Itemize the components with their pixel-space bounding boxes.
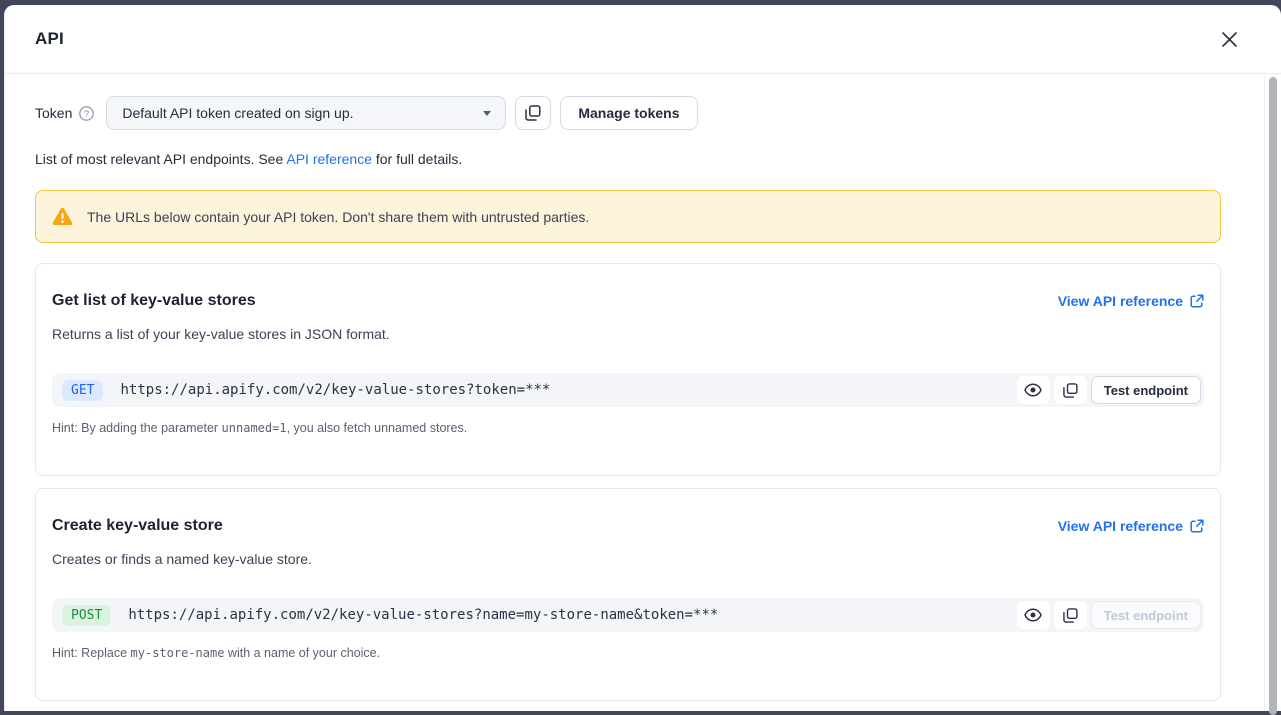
endpoint-row: POST https://api.apify.com/v2/key-value-…: [52, 598, 1204, 632]
scrollbar-thumb[interactable]: [1269, 77, 1277, 715]
svg-text:?: ?: [84, 108, 89, 119]
test-endpoint-button[interactable]: Test endpoint: [1091, 601, 1201, 629]
modal-header: API: [5, 5, 1281, 74]
warning-banner: The URLs below contain your API token. D…: [35, 190, 1221, 243]
card-head: Create key-value store View API referenc…: [52, 517, 1204, 535]
modal-body: Token ? Default API token created on sig…: [5, 74, 1281, 711]
hint-text-before: Hint: Replace: [52, 646, 131, 660]
card-title: Get list of key-value stores: [52, 292, 256, 310]
warning-text: The URLs below contain your API token. D…: [87, 209, 589, 225]
copy-icon: [1063, 608, 1078, 623]
show-token-button[interactable]: [1017, 601, 1050, 629]
endpoint-hint: Hint: Replace my-store-name with a name …: [52, 646, 1204, 660]
page-title: API: [35, 29, 64, 49]
scrollbar: [1264, 74, 1281, 711]
manage-tokens-button[interactable]: Manage tokens: [560, 96, 697, 130]
endpoint-card-get-list: Get list of key-value stores View API re…: [35, 263, 1221, 476]
intro-text-before: List of most relevant API endpoints. See: [35, 151, 286, 167]
endpoint-hint: Hint: By adding the parameter unnamed=1,…: [52, 421, 1204, 435]
view-api-reference-link[interactable]: View API reference: [1058, 518, 1204, 534]
token-label: Token ?: [35, 105, 94, 121]
token-label-text: Token: [35, 105, 72, 121]
hint-code: unnamed=1: [222, 421, 287, 435]
card-head: Get list of key-value stores View API re…: [52, 292, 1204, 310]
endpoint-url: https://api.apify.com/v2/key-value-store…: [128, 607, 1016, 623]
view-api-reference-label: View API reference: [1058, 293, 1183, 309]
method-badge: POST: [62, 605, 111, 626]
show-token-button[interactable]: [1017, 376, 1050, 404]
card-title: Create key-value store: [52, 517, 223, 535]
hint-text-before: Hint: By adding the parameter: [52, 421, 222, 435]
close-icon: [1221, 31, 1238, 48]
help-icon[interactable]: ?: [79, 106, 94, 121]
view-api-reference-label: View API reference: [1058, 518, 1183, 534]
test-endpoint-button[interactable]: Test endpoint: [1091, 376, 1201, 404]
card-description: Creates or finds a named key-value store…: [52, 551, 1204, 567]
chevron-down-icon: [483, 111, 491, 116]
hint-text-after: , you also fetch unnamed stores.: [287, 421, 468, 435]
intro-text: List of most relevant API endpoints. See…: [35, 151, 1221, 167]
endpoint-controls: Test endpoint: [1017, 601, 1201, 629]
hint-code: my-store-name: [131, 646, 225, 660]
view-api-reference-link[interactable]: View API reference: [1058, 293, 1204, 309]
warning-triangle-icon: [52, 207, 73, 226]
close-button[interactable]: [1217, 27, 1241, 51]
method-badge: GET: [62, 380, 103, 401]
copy-url-button[interactable]: [1054, 376, 1087, 404]
token-select[interactable]: Default API token created on sign up.: [106, 96, 506, 130]
external-link-icon: [1190, 294, 1204, 308]
endpoint-row: GET https://api.apify.com/v2/key-value-s…: [52, 373, 1204, 407]
eye-icon: [1024, 383, 1042, 397]
hint-text-after: with a name of your choice.: [224, 646, 380, 660]
endpoint-card-create-store: Create key-value store View API referenc…: [35, 488, 1221, 701]
card-description: Returns a list of your key-value stores …: [52, 326, 1204, 342]
token-row: Token ? Default API token created on sig…: [35, 96, 1221, 130]
token-select-value: Default API token created on sign up.: [122, 105, 353, 121]
external-link-icon: [1190, 519, 1204, 533]
copy-icon: [525, 105, 541, 121]
copy-url-button[interactable]: [1054, 601, 1087, 629]
endpoint-url: https://api.apify.com/v2/key-value-store…: [120, 382, 1016, 398]
copy-icon: [1063, 383, 1078, 398]
api-modal: API Token ? Default API token created on…: [4, 5, 1281, 711]
api-reference-link[interactable]: API reference: [286, 151, 372, 167]
intro-text-after: for full details.: [372, 151, 462, 167]
eye-icon: [1024, 608, 1042, 622]
endpoint-controls: Test endpoint: [1017, 376, 1201, 404]
copy-token-url-button[interactable]: [515, 96, 551, 130]
